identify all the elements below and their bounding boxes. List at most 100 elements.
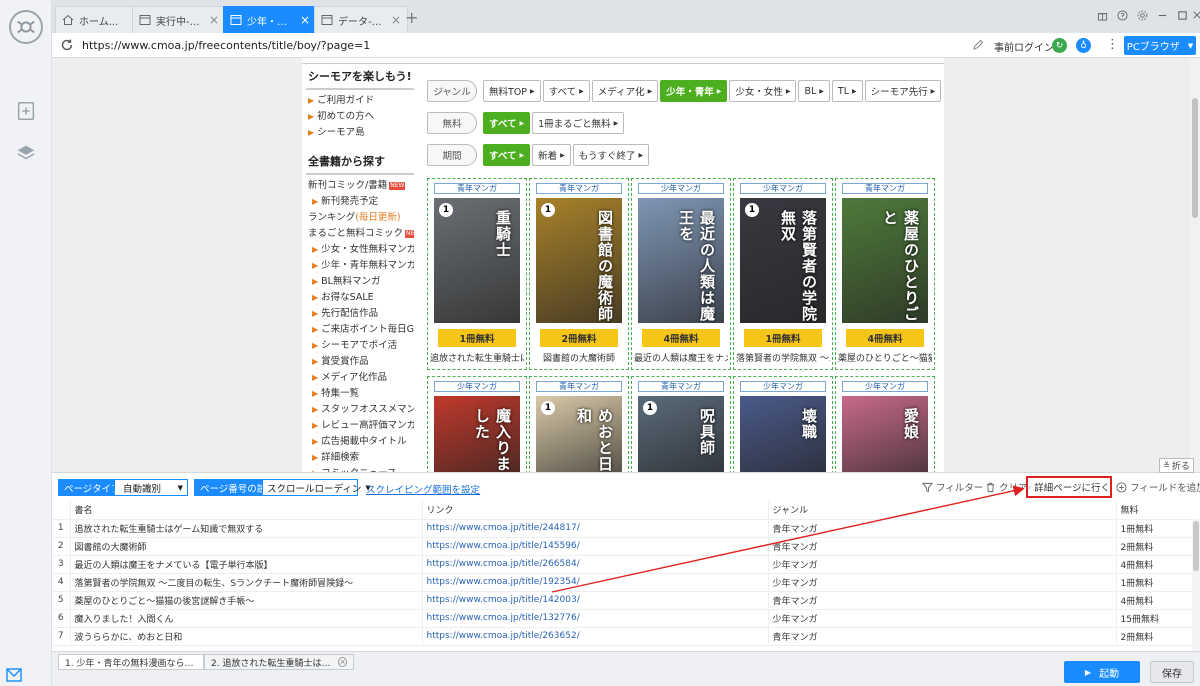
filter-option[interactable]: シーモア先行 ▶	[864, 80, 942, 102]
table-row[interactable]: 1 追放された転生重騎士はゲーム知識で無双する https://www.cmoa.j…	[52, 519, 1192, 538]
side-nav-link[interactable]: ランキング(毎日更新)	[306, 210, 414, 226]
cell-link[interactable]: https://www.cmoa.jp/title/192354/	[422, 573, 769, 592]
sync-icon[interactable]: ↻	[1052, 38, 1067, 53]
close-window-icon[interactable]	[1190, 8, 1200, 22]
tab-data[interactable]: データ-少... ×	[314, 6, 408, 33]
pre-login-button[interactable]: 事前ログイン	[994, 39, 1054, 54]
cell-title[interactable]: 薬屋のひとりごと～猫猫の後宮謎解き手帳～	[70, 591, 423, 610]
page-scrollbar[interactable]	[1190, 58, 1200, 472]
cell-title[interactable]: 魔入りました！入間くん	[70, 609, 423, 628]
cell-link[interactable]: https://www.cmoa.jp/title/263652/	[422, 627, 769, 646]
book-card[interactable]: 少年マンガ 愛娘	[835, 376, 935, 472]
book-cover-image[interactable]: 壊職	[740, 396, 826, 472]
cell-link[interactable]: https://www.cmoa.jp/title/266584/	[422, 555, 769, 574]
column-header-genre[interactable]: ジャンル	[768, 501, 1117, 520]
side-nav-link[interactable]: ▶ ご利用ガイド	[306, 93, 414, 109]
book-cover-image[interactable]: 薬屋のひとりごと	[842, 198, 928, 323]
gift-icon[interactable]	[1095, 8, 1109, 22]
free-count-badge[interactable]: 4冊無料	[642, 329, 720, 347]
book-cover-image[interactable]: 1 図書館の魔術師	[536, 198, 622, 323]
side-nav-link[interactable]: ▶ご来店ポイント毎日GET	[306, 322, 414, 338]
table-row[interactable]: 4 落第賢者の学院無双 ～二度目の転生、Sランクチート魔術師冒険録～ https:/…	[52, 573, 1192, 592]
side-nav-link[interactable]: ▶ BL無料マンガ	[306, 274, 414, 290]
page-number-select[interactable]: スクロールローディン ▼	[262, 479, 371, 496]
cell-genre[interactable]: 少年マンガ	[768, 555, 1117, 574]
book-title[interactable]: 落第賢者の学院無双 ～二	[736, 351, 830, 364]
column-header-link[interactable]: リンク	[422, 501, 769, 520]
column-header-free[interactable]: 無料	[1116, 501, 1192, 520]
tab-current-page[interactable]: 少年・青... ×	[223, 6, 317, 33]
side-nav-link[interactable]: ▶ メディア化作品	[306, 370, 414, 386]
tab-running[interactable]: 実行中-少... ×	[132, 6, 226, 33]
page-type-select[interactable]: 自動識別 ▼	[114, 479, 188, 496]
close-icon[interactable]: ×	[391, 13, 401, 27]
book-card[interactable]: 少年マンガ 1 落第賢者の学院無双 1冊無料 落第賢者の学院無双 ～二	[733, 178, 833, 370]
book-card[interactable]: 青年マンガ 1 図書館の魔術師 2冊無料 図書館の大魔術師	[529, 178, 629, 370]
filter-option[interactable]: 少年・青年 ▶	[660, 80, 728, 102]
browser-mode-select[interactable]: PCブラウザ ▼	[1124, 36, 1196, 55]
column-header-title[interactable]: 書名	[70, 501, 423, 520]
cell-title[interactable]: 追放された転生重騎士はゲーム知識で無双する	[70, 519, 423, 538]
book-card[interactable]: 青年マンガ薬屋のひとりごと 4冊無料薬屋のひとりごと～猫猫の	[835, 178, 935, 370]
side-nav-link[interactable]: ▶ シーモア島	[306, 125, 414, 141]
side-nav-link[interactable]: ▶ 広告掲載中タイトル	[306, 434, 414, 450]
filter-option[interactable]: 新着 ▶	[532, 144, 571, 166]
side-nav-link[interactable]: ▶ 賞受賞作品	[306, 354, 414, 370]
book-card[interactable]: 青年マンガ 1 めおと日和	[529, 376, 629, 472]
cell-free[interactable]: 1冊無料	[1116, 519, 1192, 538]
add-field-button[interactable]: フィールドを追加	[1116, 480, 1200, 494]
side-nav-link[interactable]: ▶ シーモアでポイ活	[306, 338, 414, 354]
save-button[interactable]: 保存	[1150, 661, 1194, 683]
book-card[interactable]: 青年マンガ 1 呪具師	[631, 376, 731, 472]
settings-icon[interactable]	[1135, 8, 1149, 22]
side-nav-link[interactable]: ▶ 新刊発売予定	[306, 194, 414, 210]
cell-link[interactable]: https://www.cmoa.jp/title/142003/	[422, 591, 769, 610]
side-nav-link[interactable]: ▶ 少女・女性無料マンガ	[306, 242, 414, 258]
go-to-detail-page-button[interactable]: 詳細ページに行く	[1026, 476, 1112, 498]
book-card[interactable]: 少年マンガ 壊職	[733, 376, 833, 472]
close-icon[interactable]: ×	[338, 657, 347, 667]
side-nav-link[interactable]: ▶ 少年・青年無料マンガ	[306, 258, 414, 274]
filter-option[interactable]: TL ▶	[831, 80, 863, 102]
book-cover-image[interactable]: 1 めおと日和	[536, 396, 622, 472]
add-tab-button[interactable]: +	[405, 8, 418, 27]
new-task-icon[interactable]	[13, 98, 39, 124]
book-cover-image[interactable]: 1 呪具師	[638, 396, 724, 472]
filter-option[interactable]: 無料TOP ▶	[483, 80, 541, 102]
book-cover-image[interactable]: 愛娘	[842, 396, 928, 472]
filter-option[interactable]: すべて ▶	[483, 112, 531, 134]
book-title[interactable]: 図書館の大魔術師	[532, 351, 626, 364]
minimize-icon[interactable]	[1155, 8, 1169, 22]
book-title[interactable]: 最近の人類は魔王をナメて	[634, 351, 728, 364]
side-nav-link[interactable]: ▶ お得なSALE	[306, 290, 414, 306]
filter-button[interactable]: フィルター	[922, 480, 983, 494]
scrape-scope-link[interactable]: スクレイピング範囲を設定	[366, 482, 480, 496]
cell-link[interactable]: https://www.cmoa.jp/title/145596/	[422, 537, 769, 556]
cell-title[interactable]: 最近の人類は魔王をナメている【電子単行本版】	[70, 555, 423, 574]
book-cover-image[interactable]: 1 重騎士	[434, 198, 520, 323]
step-tab-1[interactable]: 1. 少年・青年の無料漫画なら業界...	[58, 654, 204, 670]
table-row[interactable]: 3 最近の人類は魔王をナメている【電子単行本版】 https://www.cmoa.…	[52, 555, 1192, 574]
reload-icon[interactable]	[60, 38, 74, 52]
filter-option[interactable]: BL ▶	[798, 80, 830, 102]
cell-title[interactable]: 落第賢者の学院無双 ～二度目の転生、Sランクチート魔術師冒険録～	[70, 573, 423, 592]
side-nav-link[interactable]: まるごと無料コミックNEW	[306, 226, 414, 242]
book-cover-image[interactable]: 1 落第賢者の学院無双	[740, 198, 826, 323]
cell-free[interactable]: 2冊無料	[1116, 537, 1192, 556]
side-nav-link[interactable]: ▶ 特集一覧	[306, 386, 414, 402]
book-cover-image[interactable]: 最近の人類は魔王を	[638, 198, 724, 323]
free-count-badge[interactable]: 1冊無料	[744, 329, 822, 347]
filter-option[interactable]: 少女・女性 ▶	[729, 80, 797, 102]
side-nav-link[interactable]: ▶スタッフオススメマンガ	[306, 402, 414, 418]
cell-genre[interactable]: 青年マンガ	[768, 627, 1117, 646]
table-row[interactable]: 6 魔入りました！入間くん https://www.cmoa.jp/title/13…	[52, 609, 1192, 628]
user-agent-icon[interactable]: ♁	[1076, 38, 1091, 53]
cell-free[interactable]: 2冊無料	[1116, 627, 1192, 646]
cell-genre[interactable]: 青年マンガ	[768, 519, 1117, 538]
cell-genre[interactable]: 青年マンガ	[768, 537, 1117, 556]
table-scrollbar[interactable]	[1192, 519, 1200, 651]
close-icon[interactable]: ×	[209, 13, 219, 27]
filter-option[interactable]: すべて ▶	[542, 80, 590, 102]
free-count-badge[interactable]: 4冊無料	[846, 329, 924, 347]
table-row[interactable]: 2 図書館の大魔術師 https://www.cmoa.jp/title/14559…	[52, 537, 1192, 556]
